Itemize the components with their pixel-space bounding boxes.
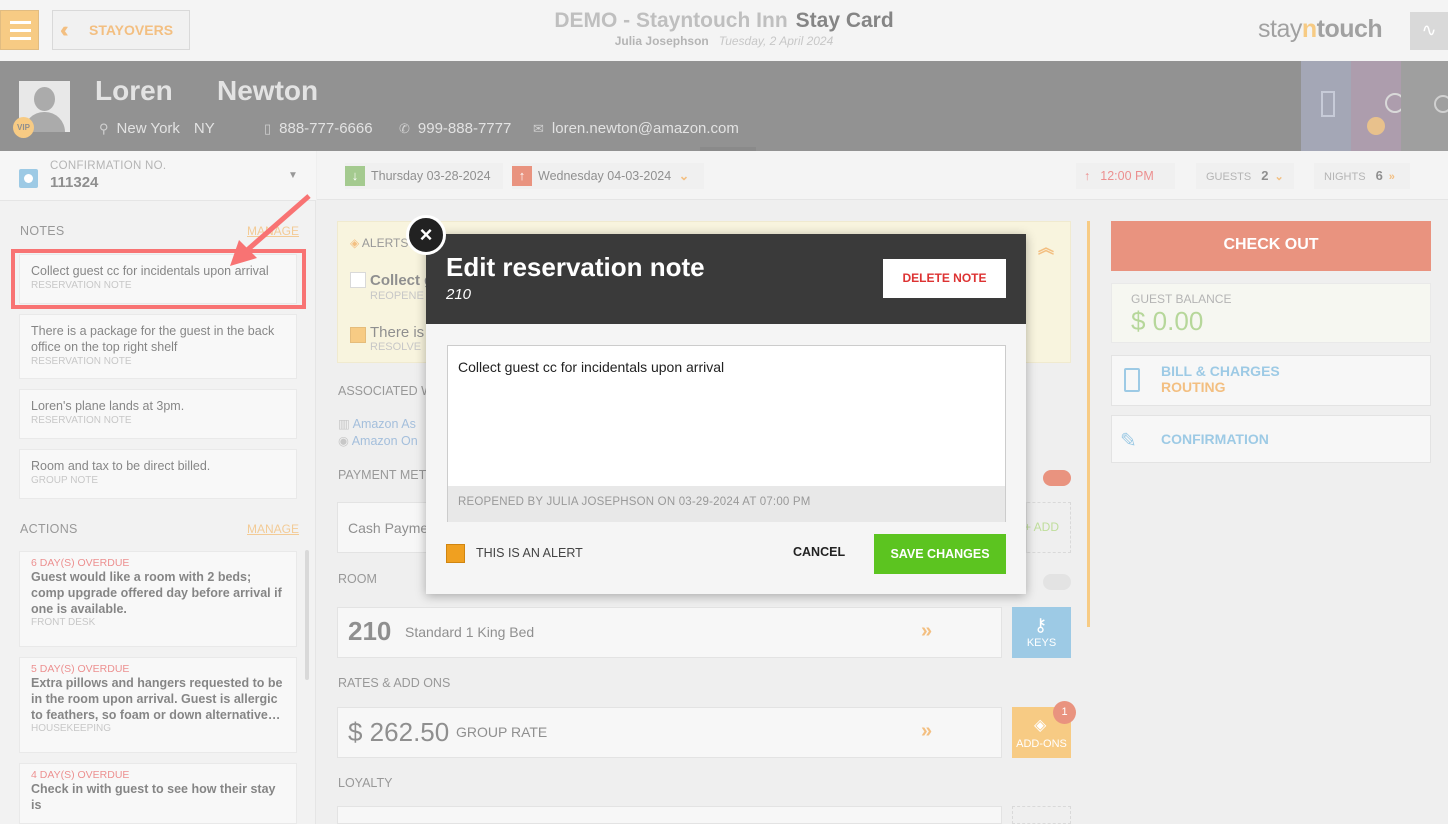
note-textarea-value: Collect guest cc for incidentals upon ar…: [458, 359, 725, 375]
modal-room-number: 210: [446, 286, 472, 303]
edit-note-modal: Edit reservation note 210 DELETE NOTE Co…: [426, 234, 1026, 594]
delete-note-button[interactable]: DELETE NOTE: [883, 259, 1006, 298]
cancel-button[interactable]: CANCEL: [793, 545, 845, 559]
note-textarea[interactable]: Collect guest cc for incidentals upon ar…: [447, 345, 1006, 522]
is-alert-checkbox[interactable]: [446, 544, 465, 563]
close-icon[interactable]: ×: [406, 215, 446, 255]
is-alert-label[interactable]: THIS IS AN ALERT: [476, 546, 583, 560]
note-audit-info: REOPENED BY JULIA JOSEPHSON ON 03-29-202…: [448, 486, 1005, 522]
modal-header: Edit reservation note 210 DELETE NOTE: [426, 234, 1026, 324]
modal-title: Edit reservation note: [446, 252, 705, 282]
save-changes-button[interactable]: SAVE CHANGES: [874, 534, 1006, 574]
